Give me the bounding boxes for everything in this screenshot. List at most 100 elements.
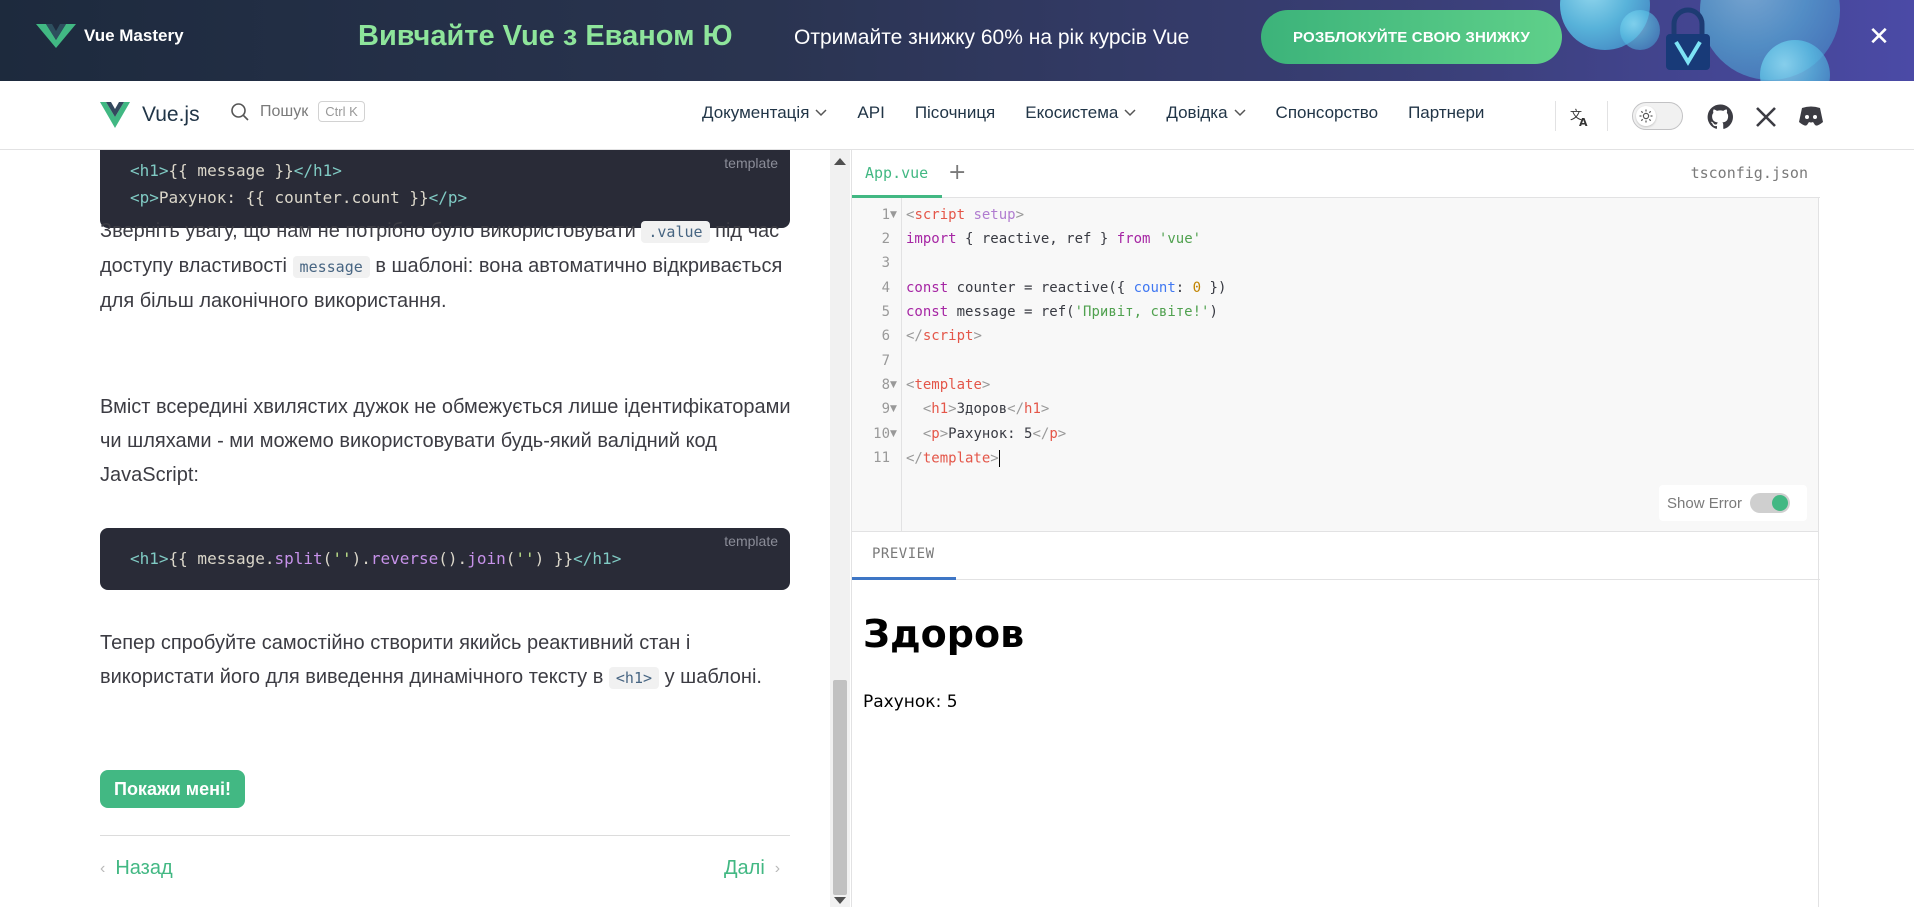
vue-mastery-name: Vue Mastery (84, 26, 184, 45)
close-banner-icon[interactable]: ✕ (1864, 22, 1894, 52)
tab-app-vue[interactable]: App.vue (852, 150, 942, 198)
next-link[interactable]: Далі › (724, 857, 780, 880)
search-label: Пошук (260, 102, 309, 120)
preview-pane: PREVIEW Здоров Рахунок: 5 (851, 531, 1820, 907)
sun-icon (1636, 106, 1656, 126)
x-icon[interactable] (1752, 103, 1780, 131)
next-label: Далі (724, 857, 765, 879)
code-line[interactable]: <h1>Здоров</h1> (906, 401, 1049, 417)
fold-icon[interactable]: ▼ (890, 210, 897, 220)
code-lang-label: template (724, 533, 778, 549)
chevron-down-icon (1234, 109, 1246, 117)
line-number: 4 (881, 280, 890, 296)
toggle-switch[interactable] (1750, 493, 1791, 513)
code-line[interactable]: </script> (906, 328, 982, 344)
code-line[interactable]: <p>Рахунок: 5</p> (906, 426, 1066, 442)
show-me-button[interactable]: Покажи мені! (100, 770, 245, 808)
nav-divider (1607, 101, 1608, 131)
nav-item-label: API (857, 103, 885, 122)
lock-icon (1666, 7, 1710, 70)
line-number: 11 (873, 450, 890, 466)
divider (100, 835, 790, 836)
prev-label: Назад (115, 857, 173, 879)
unlock-discount-button[interactable]: РОЗБЛОКУЙТЕ СВОЮ ЗНИЖКУ (1261, 10, 1562, 64)
nav-item-label: Екосистема (1025, 103, 1119, 122)
line-number: 6 (881, 328, 890, 344)
fold-icon[interactable]: ▼ (890, 380, 897, 390)
fold-icon[interactable]: ▼ (890, 404, 897, 414)
line-number: 7 (881, 353, 890, 369)
nav-item-label: Спонсорство (1275, 103, 1379, 122)
code-line: <p>Рахунок: {{ counter.count }}</p> (130, 188, 468, 207)
code-line[interactable]: <script setup> (906, 207, 1024, 223)
search-shortcut: Ctrl K (318, 101, 365, 122)
brand-name: Vue.js (142, 103, 200, 126)
editor-tabs: App.vue + tsconfig.json (852, 150, 1820, 198)
tab-tsconfig[interactable]: tsconfig.json (1691, 164, 1808, 182)
code-line[interactable]: <template> (906, 377, 990, 393)
github-icon[interactable] (1706, 103, 1734, 131)
chevron-right-icon: › (774, 859, 781, 877)
nav-item-docs[interactable]: Документація (702, 103, 827, 123)
paragraph: Вміст всередині хвилястих дужок не обмеж… (100, 396, 791, 486)
nav-item-label: Документація (702, 103, 810, 122)
code-line: <h1>{{ message.split('').reverse().join(… (130, 549, 622, 568)
line-number: 3 (881, 255, 890, 271)
code-lang-label: template (724, 155, 778, 171)
tab-preview[interactable]: PREVIEW (852, 532, 956, 580)
banner-headline: Вивчайте Vue з Еваном Ю (358, 20, 733, 52)
nav-item-ecosystem[interactable]: Екосистема (1025, 103, 1136, 123)
preview-paragraph: Рахунок: 5 (863, 692, 958, 712)
vue-logo-icon (100, 102, 130, 128)
nav-item-label: Довідка (1166, 103, 1228, 122)
nav-item-label: Пісочниця (914, 103, 996, 122)
prev-link[interactable]: ‹ Назад (100, 857, 173, 880)
preview-heading: Здоров (863, 612, 1025, 656)
top-nav: Vue.js Пошук Ctrl K Документація API Піс… (0, 81, 1914, 150)
text-cursor (998, 450, 1000, 467)
nav-item-partners[interactable]: Партнери (1408, 103, 1484, 123)
line-gutter: 1 ▼ 2 3 4 5 6 7 8 ▼ 9 ▼ 10 ▼ 11 (852, 198, 902, 531)
inline-code: <h1> (608, 667, 660, 689)
search-icon (231, 102, 249, 121)
code-line: <h1>{{ message }}</h1> (130, 161, 342, 180)
line-number: 2 (881, 231, 890, 247)
content-scrollbar[interactable] (830, 150, 850, 907)
show-error-label: Show Error (1667, 494, 1743, 512)
add-file-button[interactable]: + (948, 160, 966, 185)
scroll-down-arrow[interactable] (834, 897, 846, 904)
discord-icon[interactable] (1797, 103, 1825, 131)
preview-tabbar: PREVIEW (852, 532, 1820, 580)
nav-item-api[interactable]: API (857, 103, 884, 123)
line-number: 8 (881, 377, 890, 393)
nav-item-sponsor[interactable]: Спонсорство (1276, 103, 1379, 123)
svg-text:A: A (1579, 116, 1588, 128)
promo-banner[interactable]: Vue Mastery Вивчайте Vue з Еваном Ю Отри… (0, 0, 1914, 81)
line-number: 9 (881, 401, 890, 417)
scroll-thumb[interactable] (833, 680, 847, 895)
search-button[interactable]: Пошук Ctrl K (230, 101, 365, 122)
vue-home-link[interactable]: Vue.js (100, 102, 200, 128)
scroll-up-arrow[interactable] (834, 158, 846, 165)
code-line[interactable]: const message = ref('Привіт, світе!') (906, 304, 1218, 320)
tutorial-content: template <h1>{{ message }}</h1> <p>Рахун… (0, 150, 830, 907)
translate-icon[interactable]: 文 A (1566, 103, 1594, 131)
code-editor[interactable]: App.vue + tsconfig.json 1 ▼ 2 3 4 5 6 7 … (851, 150, 1820, 531)
code-line[interactable]: </template> (906, 450, 1000, 467)
paragraph: Зверніть увагу, що нам не потрібно було … (100, 220, 783, 312)
show-error-toggle[interactable]: Show Error (1659, 485, 1807, 521)
main-menu: Документація API Пісочниця Екосистема До… (702, 103, 1514, 123)
paragraph: Тепер спробуйте самостійно створити який… (100, 632, 762, 689)
code-line[interactable]: const counter = reactive({ count: 0 }) (906, 280, 1226, 296)
nav-item-playground[interactable]: Пісочниця (915, 103, 995, 123)
inline-code: .value (641, 221, 710, 243)
nav-divider (1555, 101, 1556, 131)
theme-switch[interactable] (1632, 102, 1683, 130)
nav-item-about[interactable]: Довідка (1166, 103, 1246, 123)
code-line[interactable]: import { reactive, ref } from 'vue' (906, 231, 1201, 247)
fold-icon[interactable]: ▼ (890, 429, 897, 439)
vue-mastery-logo[interactable]: Vue Mastery (34, 22, 184, 50)
nav-item-label: Партнери (1408, 103, 1485, 122)
line-number: 5 (881, 304, 890, 320)
vue-mastery-icon (36, 24, 76, 48)
